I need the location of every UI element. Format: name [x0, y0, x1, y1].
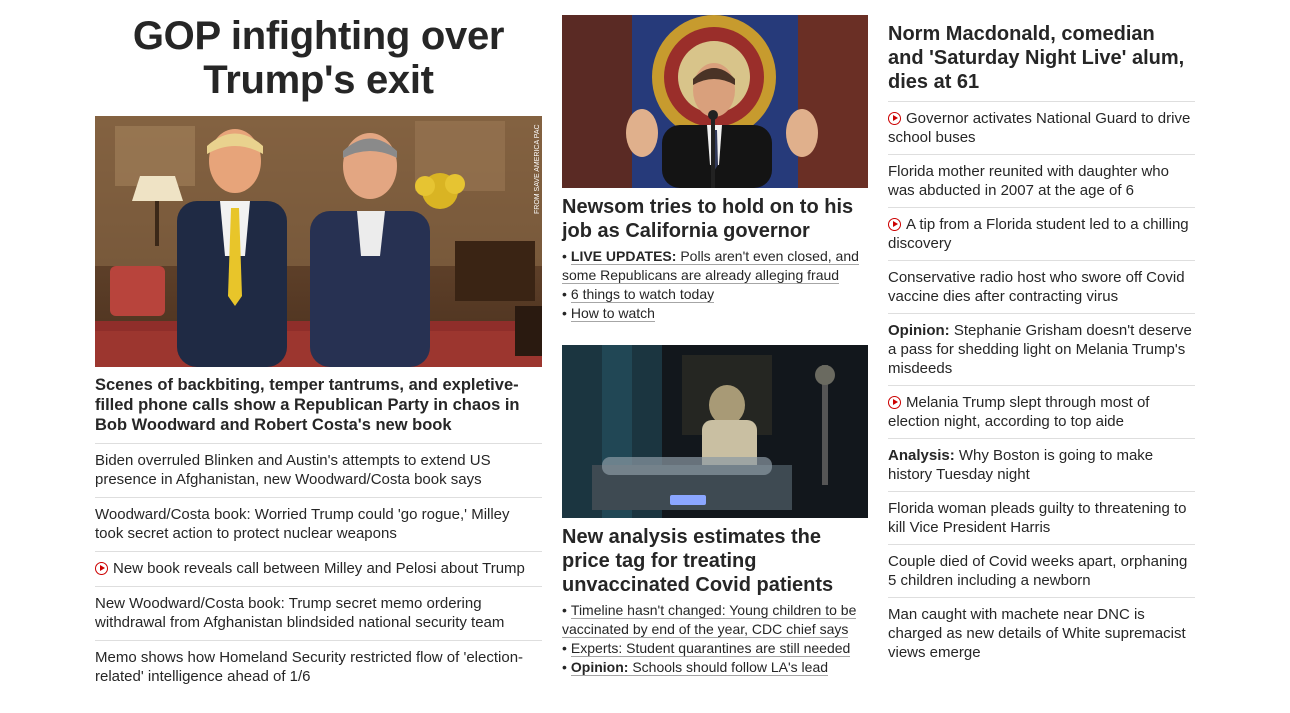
story-card-newsom: Newsom tries to hold on to his job as Ca… [562, 15, 868, 323]
list-item[interactable]: Couple died of Covid weeks apart, orphan… [888, 545, 1195, 598]
list-item-text: New Woodward/Costa book: Trump secret me… [95, 595, 505, 631]
list-item[interactable]: Memo shows how Homeland Security restric… [95, 641, 542, 694]
photo-speaker-at-podium [562, 15, 868, 188]
lead-related-list: Biden overruled Blinken and Austin's att… [95, 444, 542, 694]
list-item-text: Man caught with machete near DNC is char… [888, 606, 1186, 661]
list-item[interactable]: New Woodward/Costa book: Trump secret me… [95, 587, 542, 641]
list-item-text: Biden overruled Blinken and Austin's att… [95, 452, 491, 488]
bullet-link[interactable]: • Timeline hasn't changed: Young children… [562, 601, 868, 639]
list-item-text: Melania Trump slept through most of elec… [888, 394, 1150, 430]
bullet-label: Opinion: [570, 659, 629, 675]
video-play-icon [888, 112, 901, 125]
lead-subheadline[interactable]: Scenes of backbiting, temper tantrums, a… [95, 375, 542, 444]
list-item-text: Governor activates National Guard to dri… [888, 110, 1191, 146]
list-item[interactable]: Melania Trump slept through most of elec… [888, 386, 1195, 439]
list-item[interactable]: Florida mother reunited with daughter wh… [888, 155, 1195, 208]
image-credit: FROM SAVE AMERICA PAC [534, 124, 541, 214]
story-bullets: • LIVE UPDATES: Polls aren't even closed,… [562, 247, 868, 323]
story-image-newsom[interactable] [562, 15, 868, 188]
list-item-text: Couple died of Covid weeks apart, orphan… [888, 553, 1188, 589]
video-play-icon [95, 562, 108, 575]
list-item[interactable]: New book reveals call between Milley and… [95, 552, 542, 587]
video-play-icon [888, 396, 901, 409]
secondary-stories-column: Newsom tries to hold on to his job as Ca… [562, 0, 868, 677]
story-image-covid[interactable] [562, 345, 868, 518]
bullet-label: LIVE UPDATES: [570, 248, 677, 264]
list-item[interactable]: Biden overruled Blinken and Austin's att… [95, 444, 542, 498]
list-item-text: Florida mother reunited with daughter wh… [888, 163, 1169, 199]
lead-story-column: GOP infighting over Trump's exit FROM SA… [95, 0, 542, 694]
item-label: Analysis: [888, 447, 955, 464]
bullet-link[interactable]: • How to watch [562, 304, 868, 323]
list-item[interactable]: Governor activates National Guard to dri… [888, 102, 1195, 155]
bullet-text: Schools should follow LA's lead [632, 659, 829, 675]
list-item-text: Conservative radio host who swore off Co… [888, 269, 1185, 305]
lead-story-image[interactable]: FROM SAVE AMERICA PAC [95, 116, 542, 367]
list-item[interactable]: Florida woman pleads guilty to threateni… [888, 492, 1195, 545]
bullet-link[interactable]: • 6 things to watch today [562, 285, 868, 304]
bullet-text: How to watch [570, 305, 655, 322]
headlines-column: Norm Macdonald, comedian and 'Saturday N… [888, 0, 1195, 669]
list-item[interactable]: Analysis: Why Boston is going to make hi… [888, 439, 1195, 492]
column-headline[interactable]: Norm Macdonald, comedian and 'Saturday N… [888, 22, 1195, 102]
list-item-text: Florida woman pleads guilty to threateni… [888, 500, 1187, 536]
list-item[interactable]: Conservative radio host who swore off Co… [888, 261, 1195, 314]
item-label: Opinion: [888, 322, 950, 339]
video-play-icon [888, 218, 901, 231]
list-item-text: New book reveals call between Milley and… [113, 560, 525, 577]
list-item-text: Woodward/Costa book: Worried Trump could… [95, 506, 510, 542]
photo-hospital-room [562, 345, 868, 518]
bullet-text: Timeline hasn't changed: Young children … [562, 602, 857, 638]
bullet-text: Experts: Student quarantines are still n… [570, 640, 851, 657]
bullet-text: 6 things to watch today [570, 286, 715, 303]
story-headline[interactable]: Newsom tries to hold on to his job as Ca… [562, 195, 868, 243]
story-card-covid: New analysis estimates the price tag for… [562, 345, 868, 677]
list-item-text: Memo shows how Homeland Security restric… [95, 649, 524, 685]
lead-headline[interactable]: GOP infighting over Trump's exit [95, 14, 542, 102]
story-headline[interactable]: New analysis estimates the price tag for… [562, 525, 868, 597]
headlines-list: Governor activates National Guard to dri… [888, 102, 1195, 669]
bullet-link[interactable]: • LIVE UPDATES: Polls aren't even closed,… [562, 247, 868, 285]
list-item-text: A tip from a Florida student led to a ch… [888, 216, 1189, 252]
story-bullets: • Timeline hasn't changed: Young children… [562, 601, 868, 677]
list-item[interactable]: Woodward/Costa book: Worried Trump could… [95, 498, 542, 552]
list-item[interactable]: Man caught with machete near DNC is char… [888, 598, 1195, 669]
bullet-link[interactable]: • Opinion: Schools should follow LA's lea… [562, 658, 868, 677]
bullet-link[interactable]: • Experts: Student quarantines are still … [562, 639, 868, 658]
list-item[interactable]: Opinion: Stephanie Grisham doesn't deser… [888, 314, 1195, 386]
list-item[interactable]: A tip from a Florida student led to a ch… [888, 208, 1195, 261]
photo-two-men-in-suits: FROM SAVE AMERICA PAC [95, 116, 542, 367]
